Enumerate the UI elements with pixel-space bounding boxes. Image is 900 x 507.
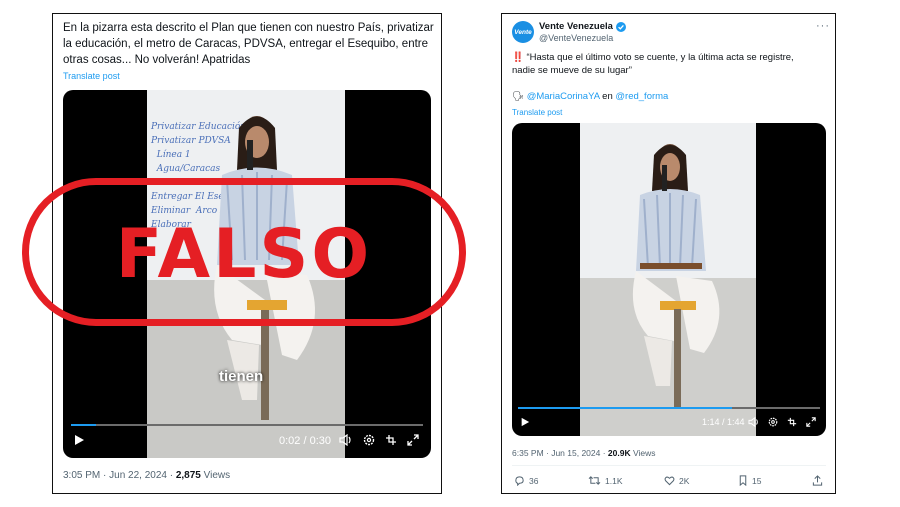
repost-icon [588,476,601,485]
translate-post-link[interactable]: Translate post [63,71,120,81]
mention-link[interactable]: @red_forma [615,91,668,102]
views-count: 2,875 [175,470,201,481]
right-tweet-card: Vente Vente Venezuela @VenteVenezuela ··… [501,13,836,494]
avatar[interactable]: Vente [512,21,534,43]
more-options-icon[interactable]: ··· [816,20,830,32]
like-button[interactable]: 2K [664,475,689,486]
bookmark-icon [739,475,747,486]
video-progress-fill [518,407,733,409]
video-time: 1:14 / 1:44 [702,417,745,427]
tweet-text-line: otras cosas... No volverán! Apatridas [63,54,251,66]
volume-icon[interactable] [339,434,353,446]
bookmark-button[interactable]: 15 [738,475,761,486]
play-icon[interactable] [73,434,85,446]
translate-post-link[interactable]: Translate post [512,108,562,117]
tweet-text: En la pizarra esta descrito el Plan que … [63,20,435,68]
tweet-meta: 6:35 PM · Jun 15, 2024 · 20.9K Views [512,448,656,458]
tweet-text-line: nadie se mueve de su lugar” [512,65,632,76]
tweet-text-line: la educación, el metro de Caracas, PDVSA… [63,38,429,50]
speaking-head-emoji: 🗣 [512,91,525,102]
settings-gear-icon[interactable] [363,434,375,446]
tweet-meta: 3:05 PM · Jun 22, 2024 · 2,875 Views [63,470,230,481]
repost-count: 1.1K [605,475,623,486]
video-progress-track[interactable] [71,424,423,426]
picture-in-picture-icon[interactable] [385,434,397,446]
speaker-figure [632,144,720,409]
video-player[interactable]: 1:14 / 1:44 [512,123,826,436]
views-count: 20.9K [607,448,631,458]
bookmark-count: 15 [752,475,762,486]
double-exclamation-emoji: ‼️ [512,52,524,63]
repost-button[interactable]: 1.1K [588,475,623,486]
divider [512,465,826,466]
fullscreen-icon[interactable] [806,417,816,427]
video-progress-fill [71,424,96,426]
video-caption: tienen [219,368,264,385]
play-icon[interactable] [520,417,530,427]
display-name-text: Vente Venezuela [539,21,613,32]
reply-button[interactable]: 36 [514,475,538,486]
tweet-timestamp[interactable]: 3:05 PM · Jun 22, 2024 · [63,470,176,481]
tweet-text: ‼️ “Hasta que el último voto se cuente, … [512,51,830,103]
tweet-text-line: En la pizarra esta descrito el Plan que … [63,22,434,34]
video-time: 0:02 / 0:30 [279,435,331,447]
reply-count: 36 [529,475,539,486]
heart-icon [664,476,675,486]
tweet-text-line: “Hasta que el último voto se cuente, y l… [526,52,794,63]
share-icon [812,475,823,486]
views-label: Views [200,470,231,481]
views-label: Views [630,448,656,458]
settings-gear-icon[interactable] [768,417,778,427]
mention-link[interactable]: @MariaCorinaYA [527,91,600,102]
display-name[interactable]: Vente Venezuela [539,21,626,32]
reply-icon [515,476,524,486]
tweet-timestamp[interactable]: 6:35 PM · Jun 15, 2024 · [512,448,608,458]
mention-joiner: en [599,91,616,102]
account-handle[interactable]: @VenteVenezuela [539,33,613,43]
share-button[interactable] [812,475,823,486]
falso-stamp-text: FALSO [115,215,373,294]
video-frame [580,123,756,436]
fullscreen-icon[interactable] [407,434,419,446]
volume-icon[interactable] [748,417,760,427]
picture-in-picture-icon[interactable] [787,417,797,427]
like-count: 2K [679,475,690,486]
falso-stamp: FALSO [22,178,466,326]
verified-badge-icon [615,21,626,32]
